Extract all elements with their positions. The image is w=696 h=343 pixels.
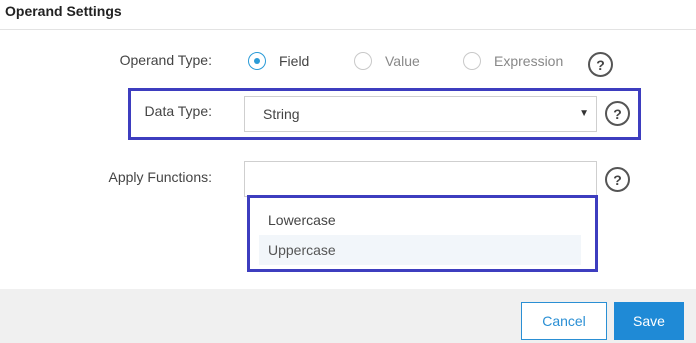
radio-field-label: Field	[279, 53, 310, 69]
cancel-button[interactable]: Cancel	[521, 302, 607, 340]
dialog-header: Operand Settings	[0, 0, 696, 30]
chevron-down-icon: ▼	[579, 108, 589, 119]
operand-settings-dialog: Operand Settings Operand Type: Field Val…	[0, 0, 696, 343]
radio-expression-label: Expression	[494, 53, 564, 69]
radio-circle[interactable]	[354, 52, 372, 70]
radio-field[interactable]: Field	[248, 50, 309, 72]
data-type-selected-value: String	[263, 106, 300, 122]
apply-functions-label: Apply Functions:	[108, 169, 213, 185]
radio-value[interactable]: Value	[354, 50, 420, 72]
operand-type-help-icon[interactable]: ?	[588, 52, 613, 77]
radio-expression[interactable]: Expression	[463, 50, 563, 72]
radio-value-label: Value	[385, 53, 420, 69]
apply-functions-help-icon[interactable]: ?	[605, 167, 630, 192]
dialog-footer: Cancel Save	[0, 289, 696, 343]
function-options-highlight-box	[247, 195, 598, 272]
data-type-select[interactable]: String ▼	[244, 96, 597, 132]
dialog-title: Operand Settings	[5, 3, 122, 19]
radio-circle[interactable]	[463, 52, 481, 70]
data-type-label: Data Type:	[144, 103, 212, 119]
apply-functions-input[interactable]	[244, 161, 597, 197]
operand-type-label: Operand Type:	[119, 52, 212, 68]
radio-circle-checked[interactable]	[248, 52, 266, 70]
data-type-help-icon[interactable]: ?	[605, 101, 630, 126]
save-button[interactable]: Save	[614, 302, 684, 340]
